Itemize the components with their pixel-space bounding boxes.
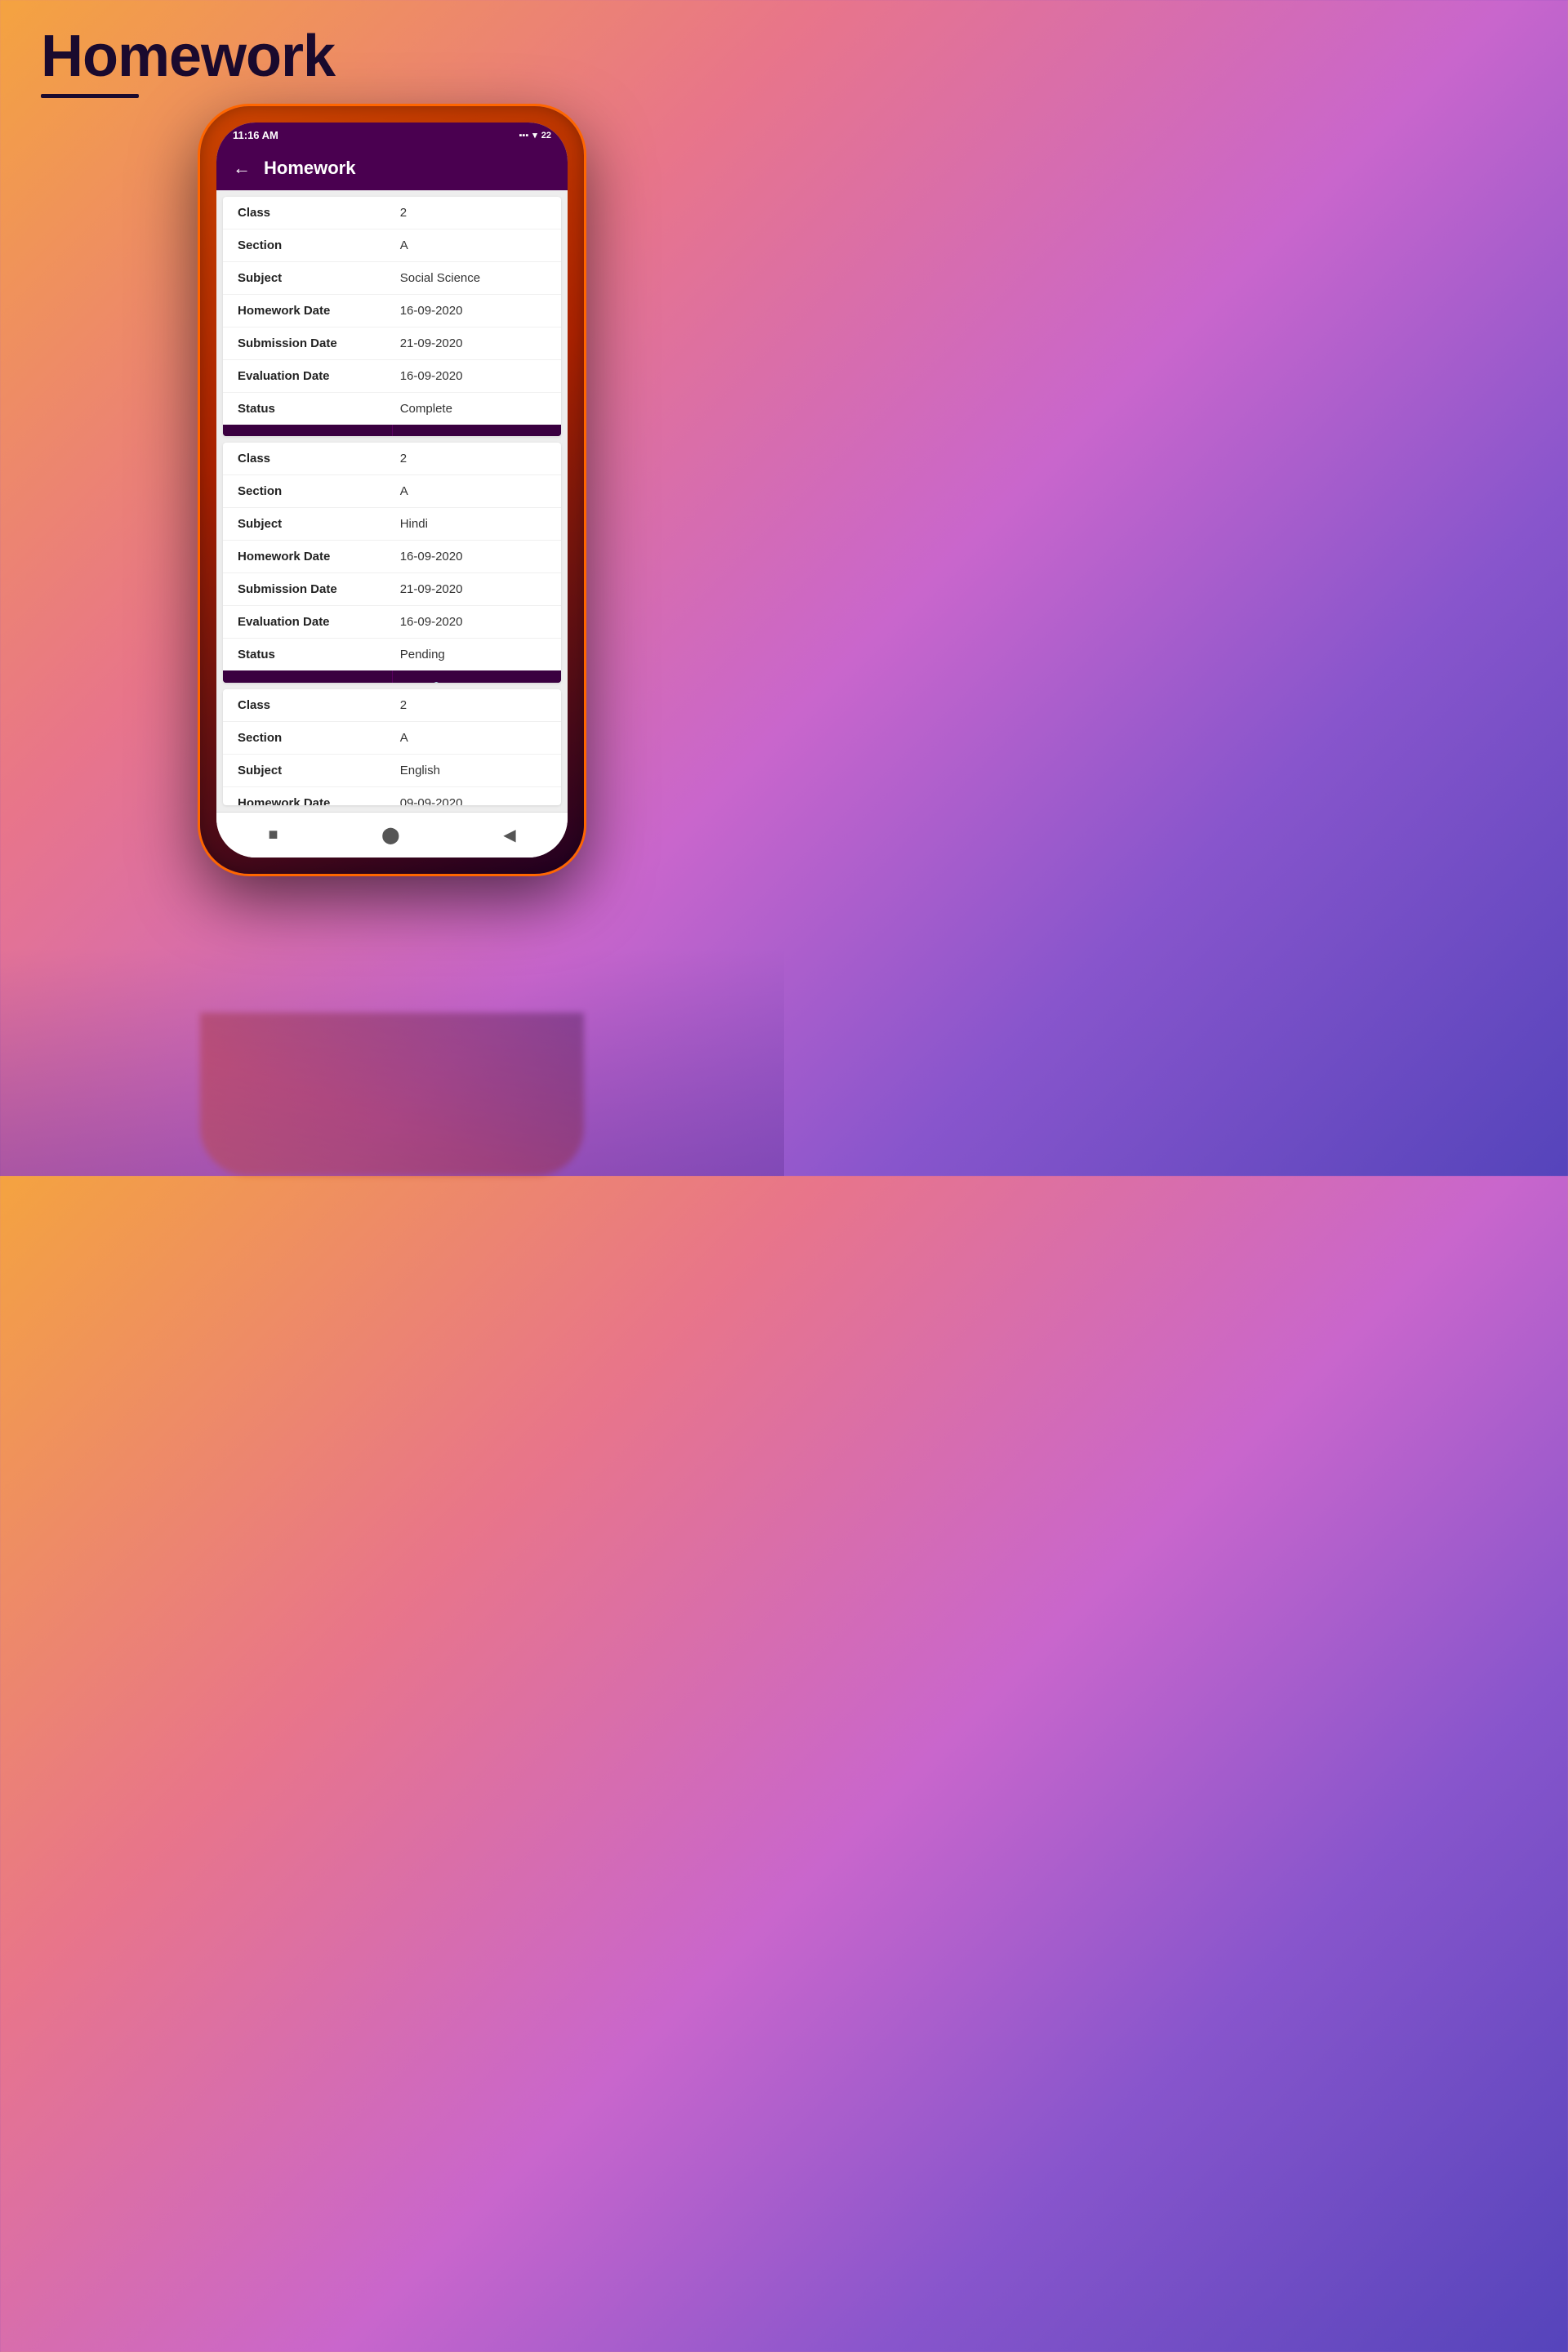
- page-title: Homework: [41, 23, 335, 90]
- phone-frame: 11:16 AM ▪▪▪ ▾ 22 ← Homework Class 2: [200, 106, 584, 874]
- value-section: A: [385, 475, 561, 508]
- table-row: Homework Date 16-09-2020: [223, 295, 561, 327]
- table-row: Subject Hindi: [223, 508, 561, 541]
- value-subject: Hindi: [385, 508, 561, 541]
- value-sub-date: 21-09-2020: [385, 573, 561, 606]
- title-underline: [41, 94, 139, 98]
- hw-table-2: Class 2 Section A Subject Hindi Homework…: [223, 443, 561, 670]
- value-hw-date: 16-09-2020: [385, 541, 561, 573]
- scroll-content: Class 2 Section A Subject Social Science…: [216, 190, 568, 812]
- value-class: 2: [385, 689, 561, 722]
- homework-card-3: Class 2 Section A Subject English Homewo…: [223, 689, 561, 805]
- label-eval-date: Evaluation Date: [223, 606, 385, 639]
- value-section: A: [385, 229, 561, 262]
- table-row: Submission Date 21-09-2020: [223, 327, 561, 360]
- table-row: Subject Social Science: [223, 262, 561, 295]
- phone-reflection: [200, 1013, 584, 1176]
- homework-card-1: Class 2 Section A Subject Social Science…: [223, 197, 561, 436]
- status-icons: ▪▪▪ ▾ 22: [519, 130, 551, 140]
- label-hw-date: Homework Date: [223, 295, 385, 327]
- label-hw-date: Homework Date: [223, 786, 385, 805]
- download-button-1[interactable]: 📎 Download: [393, 425, 562, 436]
- table-row: Status Pending: [223, 639, 561, 671]
- value-status: Pending: [385, 639, 561, 671]
- action-row-1: 👁 View 📎 Download: [223, 425, 561, 436]
- label-section: Section: [223, 721, 385, 754]
- hw-table-1: Class 2 Section A Subject Social Science…: [223, 197, 561, 425]
- label-eval-date: Evaluation Date: [223, 360, 385, 393]
- table-row: Evaluation Date 16-09-2020: [223, 606, 561, 639]
- table-row: Evaluation Date 16-09-2020: [223, 360, 561, 393]
- label-subject: Subject: [223, 508, 385, 541]
- homework-card-2: Class 2 Section A Subject Hindi Homework…: [223, 443, 561, 682]
- value-hw-date: 09-09-2020: [385, 786, 561, 805]
- label-section: Section: [223, 475, 385, 508]
- home-button[interactable]: ⬤: [381, 825, 399, 845]
- view-button-1[interactable]: 👁 View: [223, 425, 393, 436]
- back-nav-button[interactable]: ◀: [503, 825, 515, 845]
- signal-icon: ▪▪▪: [519, 131, 529, 140]
- battery-icon: 22: [541, 131, 551, 140]
- label-subject: Subject: [223, 262, 385, 295]
- status-bar: 11:16 AM ▪▪▪ ▾ 22: [216, 122, 568, 146]
- label-class: Class: [223, 689, 385, 722]
- value-subject: English: [385, 754, 561, 786]
- value-status: Complete: [385, 393, 561, 425]
- download-button-2[interactable]: 📎 Download: [393, 670, 562, 682]
- label-sub-date: Submission Date: [223, 327, 385, 360]
- label-hw-date: Homework Date: [223, 541, 385, 573]
- table-row: Class 2: [223, 197, 561, 229]
- label-status: Status: [223, 639, 385, 671]
- label-class: Class: [223, 443, 385, 475]
- table-row: Subject English: [223, 754, 561, 786]
- back-button[interactable]: ←: [233, 158, 251, 179]
- table-row: Class 2: [223, 443, 561, 475]
- table-row: Status Complete: [223, 393, 561, 425]
- hw-table-3: Class 2 Section A Subject English Homewo…: [223, 689, 561, 805]
- label-subject: Subject: [223, 754, 385, 786]
- label-sub-date: Submission Date: [223, 573, 385, 606]
- value-section: A: [385, 721, 561, 754]
- label-status: Status: [223, 393, 385, 425]
- value-sub-date: 21-09-2020: [385, 327, 561, 360]
- value-class: 2: [385, 197, 561, 229]
- status-time: 11:16 AM: [233, 129, 278, 141]
- table-row: Homework Date 16-09-2020: [223, 541, 561, 573]
- value-subject: Social Science: [385, 262, 561, 295]
- view-button-2[interactable]: 👁 View: [223, 670, 393, 682]
- stop-button[interactable]: ■: [268, 826, 278, 844]
- label-section: Section: [223, 229, 385, 262]
- phone-screen: 11:16 AM ▪▪▪ ▾ 22 ← Homework Class 2: [216, 122, 568, 858]
- table-row: Class 2: [223, 689, 561, 722]
- value-eval-date: 16-09-2020: [385, 606, 561, 639]
- app-bar: ← Homework: [216, 146, 568, 190]
- table-row: Section A: [223, 229, 561, 262]
- app-bar-title: Homework: [264, 158, 355, 179]
- value-hw-date: 16-09-2020: [385, 295, 561, 327]
- table-row: Submission Date 21-09-2020: [223, 573, 561, 606]
- action-row-2: 👁 View 📎 Download: [223, 670, 561, 682]
- value-eval-date: 16-09-2020: [385, 360, 561, 393]
- label-class: Class: [223, 197, 385, 229]
- bottom-nav: ■ ⬤ ◀: [216, 812, 568, 858]
- table-row: Homework Date 09-09-2020: [223, 786, 561, 805]
- table-row: Section A: [223, 475, 561, 508]
- value-class: 2: [385, 443, 561, 475]
- wifi-icon: ▾: [532, 130, 537, 140]
- table-row: Section A: [223, 721, 561, 754]
